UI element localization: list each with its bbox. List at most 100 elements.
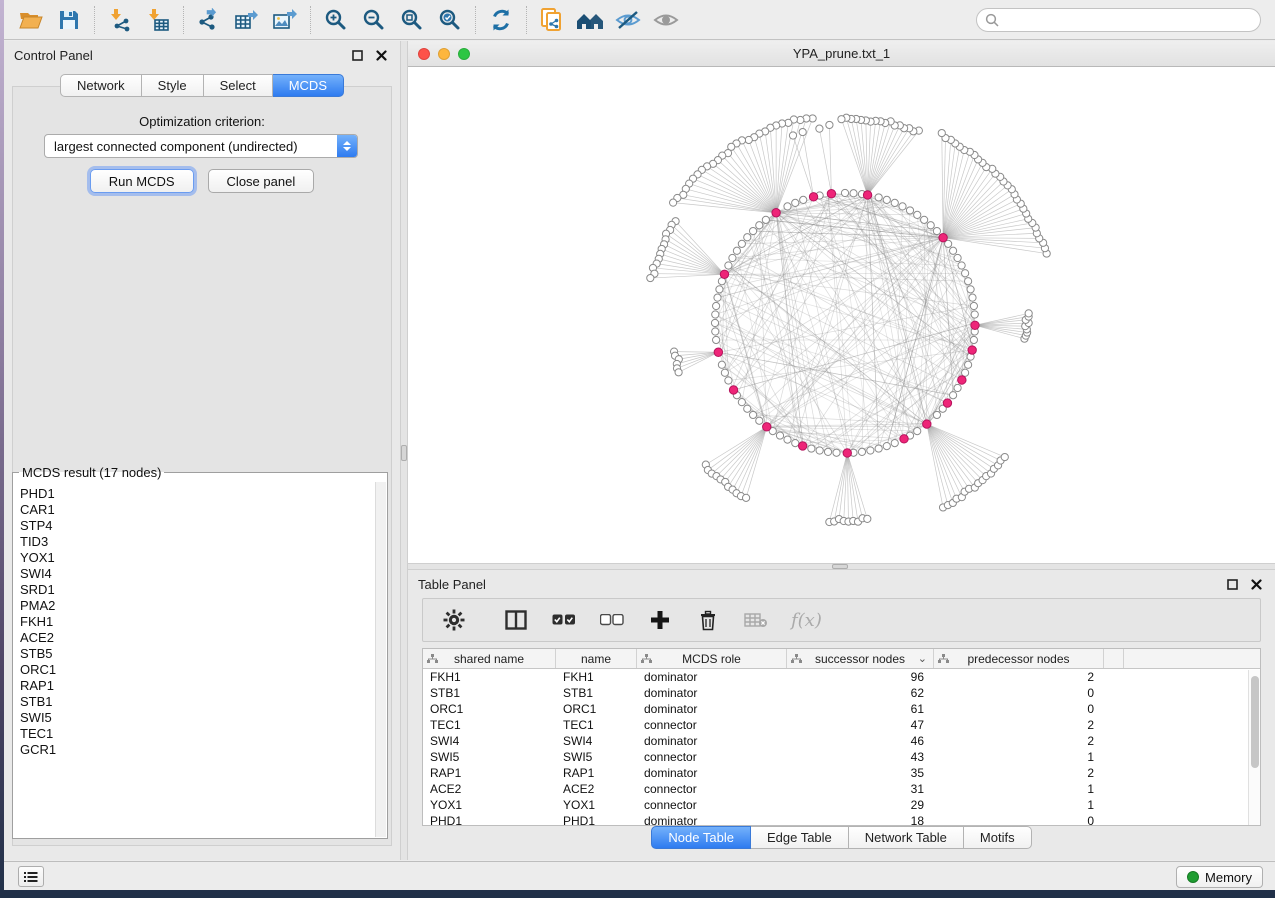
scrollbar-thumb[interactable] xyxy=(1251,676,1259,768)
network-node[interactable] xyxy=(762,216,769,223)
first-neighbors-icon[interactable] xyxy=(571,3,609,37)
mcds-network-node[interactable] xyxy=(923,420,931,428)
network-node[interactable] xyxy=(647,274,654,281)
network-node[interactable] xyxy=(742,494,749,501)
network-node[interactable] xyxy=(729,254,736,261)
table-row[interactable]: SWI4SWI4dominator462 xyxy=(423,733,1260,749)
network-node[interactable] xyxy=(792,199,799,206)
table-row[interactable]: STB1STB1dominator620 xyxy=(423,685,1260,701)
network-node[interactable] xyxy=(756,417,763,424)
table-row[interactable]: RAP1RAP1dominator352 xyxy=(423,765,1260,781)
network-node[interactable] xyxy=(725,377,732,384)
select-all-columns-icon[interactable] xyxy=(551,607,577,633)
network-node[interactable] xyxy=(875,194,882,201)
network-node[interactable] xyxy=(933,227,940,234)
horizontal-splitter[interactable] xyxy=(408,563,1275,570)
mcds-result-item[interactable]: SWI4 xyxy=(20,566,375,582)
network-node[interactable] xyxy=(745,136,752,143)
network-node[interactable] xyxy=(733,247,740,254)
table-settings-gear-icon[interactable] xyxy=(441,607,467,633)
open-file-icon[interactable] xyxy=(12,3,50,37)
network-node[interactable] xyxy=(675,369,682,376)
unselect-all-columns-icon[interactable] xyxy=(599,607,625,633)
network-node[interactable] xyxy=(789,132,796,139)
network-node[interactable] xyxy=(716,286,723,293)
close-panel-button[interactable]: Close panel xyxy=(208,169,315,193)
table-row[interactable]: YOX1YOX1connector291 xyxy=(423,797,1260,813)
mcds-result-item[interactable]: PMA2 xyxy=(20,598,375,614)
mcds-network-node[interactable] xyxy=(772,209,780,217)
mcds-result-item[interactable]: STP4 xyxy=(20,518,375,534)
column-header-name[interactable]: name xyxy=(556,649,637,668)
run-mcds-button[interactable]: Run MCDS xyxy=(90,169,194,193)
network-node[interactable] xyxy=(891,440,898,447)
tab-network-table[interactable]: Network Table xyxy=(849,826,964,849)
mcds-result-item[interactable]: RAP1 xyxy=(20,678,375,694)
table-row[interactable]: PHD1PHD1dominator180 xyxy=(423,813,1260,826)
zoom-fit-content-icon[interactable] xyxy=(393,3,431,37)
mcds-network-node[interactable] xyxy=(827,190,835,198)
memory-button[interactable]: Memory xyxy=(1176,866,1263,888)
network-node[interactable] xyxy=(738,399,745,406)
mcds-network-node[interactable] xyxy=(714,348,722,356)
network-node[interactable] xyxy=(744,405,751,412)
network-node[interactable] xyxy=(756,222,763,229)
network-node[interactable] xyxy=(749,227,756,234)
network-node[interactable] xyxy=(954,254,961,261)
column-header-successor-nodes[interactable]: successor nodes⌄ xyxy=(787,649,934,668)
mcds-result-item[interactable]: PHD1 xyxy=(20,486,375,502)
table-row[interactable]: ORC1ORC1dominator610 xyxy=(423,701,1260,717)
splitter-handle[interactable] xyxy=(401,445,407,461)
network-node[interactable] xyxy=(749,411,756,418)
network-node[interactable] xyxy=(833,449,840,456)
network-node[interactable] xyxy=(784,203,791,210)
show-column-panel-icon[interactable] xyxy=(503,607,529,633)
network-node[interactable] xyxy=(962,369,969,376)
network-node[interactable] xyxy=(933,411,940,418)
network-node[interactable] xyxy=(738,240,745,247)
network-node[interactable] xyxy=(899,203,906,210)
mcds-network-node[interactable] xyxy=(720,270,728,278)
network-node[interactable] xyxy=(808,445,815,452)
network-node[interactable] xyxy=(965,278,972,285)
network-node[interactable] xyxy=(841,189,848,196)
mcds-result-scrollbar[interactable] xyxy=(375,482,386,837)
mcds-result-list[interactable]: PHD1CAR1STP4TID3YOX1SWI4SRD1PMA2FKH1ACE2… xyxy=(14,482,375,837)
network-node[interactable] xyxy=(914,427,921,434)
network-node[interactable] xyxy=(1001,453,1008,460)
network-node[interactable] xyxy=(891,199,898,206)
network-node[interactable] xyxy=(784,436,791,443)
close-panel-icon[interactable] xyxy=(1247,575,1265,593)
tab-network[interactable]: Network xyxy=(60,74,142,97)
network-node[interactable] xyxy=(883,443,890,450)
tab-node-table[interactable]: Node Table xyxy=(651,826,751,849)
network-node[interactable] xyxy=(970,302,977,309)
network-node[interactable] xyxy=(713,336,720,343)
mcds-result-item[interactable]: YOX1 xyxy=(20,550,375,566)
network-node[interactable] xyxy=(718,361,725,368)
network-node[interactable] xyxy=(875,445,882,452)
network-node[interactable] xyxy=(906,207,913,214)
export-table-icon[interactable] xyxy=(228,3,266,37)
table-row[interactable]: FKH1FKH1dominator962 xyxy=(423,669,1260,685)
tab-edge-table[interactable]: Edge Table xyxy=(751,826,849,849)
network-node[interactable] xyxy=(776,432,783,439)
create-new-column-icon[interactable] xyxy=(647,607,673,633)
network-node[interactable] xyxy=(850,190,857,197)
mcds-result-item[interactable]: TID3 xyxy=(20,534,375,550)
mcds-network-node[interactable] xyxy=(763,423,771,431)
network-node[interactable] xyxy=(927,222,934,229)
mcds-network-node[interactable] xyxy=(863,191,871,199)
vertical-splitter[interactable] xyxy=(400,41,408,860)
mcds-result-item[interactable]: STB5 xyxy=(20,646,375,662)
network-node[interactable] xyxy=(712,311,719,318)
zoom-in-icon[interactable] xyxy=(317,3,355,37)
save-session-icon[interactable] xyxy=(50,3,88,37)
column-header-predecessor-nodes[interactable]: predecessor nodes xyxy=(934,649,1104,668)
mcds-network-node[interactable] xyxy=(729,386,737,394)
zoom-out-icon[interactable] xyxy=(355,3,393,37)
network-node[interactable] xyxy=(921,216,928,223)
network-node[interactable] xyxy=(725,262,732,269)
zoom-selected-region-icon[interactable] xyxy=(431,3,469,37)
export-image-icon[interactable] xyxy=(266,3,304,37)
